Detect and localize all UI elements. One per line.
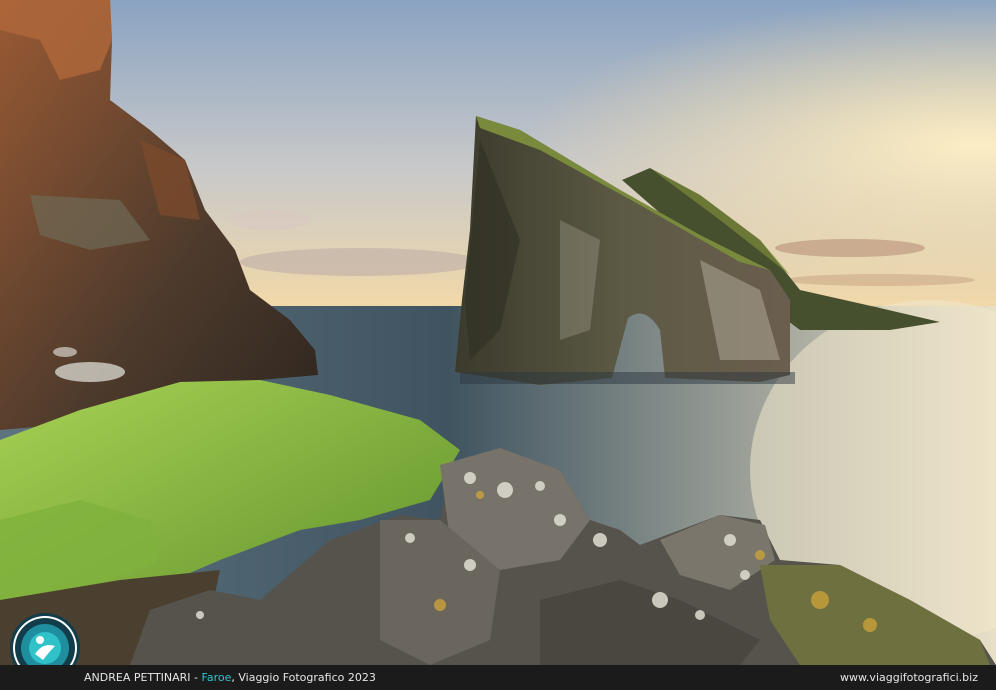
caption-bar: ANDREA PETTINARI - Faroe, Viaggio Fotogr… (0, 665, 996, 690)
landscape-photo (0, 0, 996, 665)
photo-credit: ANDREA PETTINARI - Faroe, Viaggio Fotogr… (84, 671, 376, 684)
location-name: Faroe (201, 671, 232, 684)
author-name: ANDREA PETTINARI (84, 671, 191, 684)
trip-title: , Viaggio Fotografico 2023 (231, 671, 376, 684)
website-link[interactable]: www.viaggifotografici.biz (840, 671, 978, 684)
credit-separator: - (190, 671, 202, 684)
